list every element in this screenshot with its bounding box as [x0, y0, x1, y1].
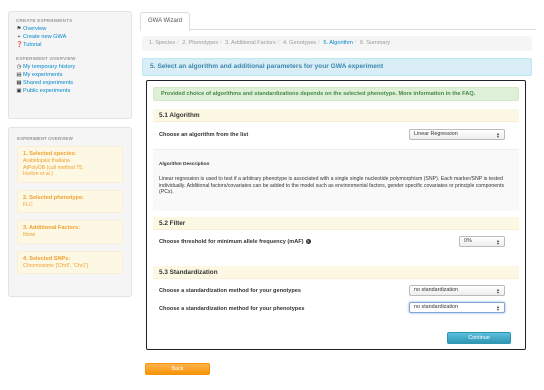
overview-box-title: 2. Selected phenotype:: [23, 194, 84, 201]
sidebar-item-label: Create new GWA: [23, 34, 67, 40]
sidebar-item-public-experiments[interactable]: ▣ Public experiments: [16, 87, 124, 95]
filter-label: Choose threshold for minimum allele freq…: [159, 239, 311, 245]
algorithm-select-value: Linear Regression: [414, 131, 458, 137]
overview-box-value: Chromosome ['Chr5', 'Chr1']: [23, 262, 88, 269]
sidebar-item-label: Public experiments: [23, 88, 71, 94]
maf-select-value: 0%: [464, 238, 472, 244]
breadcrumb-additional-factors[interactable]: 3. Additional Factors: [225, 40, 276, 46]
standardization-section-heading: 5.3 Standardization: [153, 266, 519, 279]
breadcrumb-separator: /: [220, 40, 222, 46]
algorithm-select[interactable]: Linear Regression ▲ ▼: [409, 129, 505, 140]
algorithm-description-title: Algorithm Description: [159, 162, 210, 167]
home-icon: ⚑: [16, 26, 22, 32]
overview-box-value: None: [23, 232, 36, 238]
algorithm-description-text: Linear regression is used to test if a a…: [159, 176, 505, 196]
select-arrows-icon: ▲ ▼: [496, 303, 500, 312]
experiment-overview-panel: EXPERIMENT OVERVIEW 1. Selected species:…: [8, 127, 132, 297]
breadcrumb-separator: /: [354, 40, 357, 46]
phenotypes-standardization-select[interactable]: no standardization ▲ ▼: [409, 302, 505, 313]
algorithm-label: Choose an algorithm from the list: [159, 132, 249, 138]
clock-icon: ◷: [16, 64, 22, 70]
tab-gwa-wizard[interactable]: GWA Wizard: [140, 12, 191, 31]
overview-box-title: 1. Selected species:: [23, 151, 77, 157]
genotypes-standardization-value: no standardization: [414, 287, 459, 293]
tab-bar: GWA Wizard: [140, 11, 536, 31]
continue-button[interactable]: Continue: [447, 332, 511, 344]
genotypes-standardization-select[interactable]: no standardization ▲ ▼: [409, 285, 505, 296]
algorithm-panel: Provided choice of algorithms and standa…: [146, 80, 526, 350]
public-icon: ▣: [16, 88, 22, 94]
sidebar-item-create-new-gwa[interactable]: + Create new GWA: [16, 33, 124, 41]
maf-select[interactable]: 0% ▲ ▼: [459, 236, 505, 247]
overview-snps-box: 4. Selected SNPs: Chromosome ['Chr5', 'C…: [17, 250, 123, 274]
overview-phenotype-box: 2. Selected phenotype: FLC: [17, 189, 123, 213]
sidebar-item-label: Shared experiments: [23, 80, 74, 86]
overview-box-value: Horton et al.): [23, 171, 53, 177]
overview-heading: EXPERIMENT OVERVIEW: [17, 136, 73, 141]
back-button[interactable]: Back: [145, 363, 210, 375]
sidebar-item-label: My temporary history: [23, 64, 76, 70]
filter-label-text: Choose threshold for minimum allele freq…: [159, 239, 304, 245]
create-experiments-heading: CREATE EXPERIMENTS: [16, 18, 73, 23]
breadcrumb-genotypes[interactable]: 4. Genotypes: [283, 40, 316, 46]
folder-icon: ▤: [16, 72, 22, 78]
plus-icon: +: [17, 34, 21, 40]
share-icon: ▦: [16, 80, 22, 86]
breadcrumb-algorithm[interactable]: 5. Algorithm: [323, 40, 353, 46]
algorithm-section-heading: 5.1 Algorithm: [153, 109, 519, 122]
phenotypes-standardization-label: Choose a standardization method for your…: [159, 306, 305, 312]
sidebar-item-label: Overview: [23, 26, 47, 32]
breadcrumb-separator: /: [177, 40, 179, 46]
info-alert: Provided choice of algorithms and standa…: [153, 87, 519, 101]
sidebar-item-tutorial[interactable]: ❓ Tutorial: [16, 41, 124, 49]
phenotypes-standardization-value: no standardization: [414, 304, 459, 310]
breadcrumb-species[interactable]: 1. Species: [149, 40, 175, 46]
genotypes-standardization-label: Choose a standardization method for your…: [159, 288, 302, 294]
filter-section-heading: 5.2 Filter: [153, 217, 519, 230]
sidebar-item-shared-experiments[interactable]: ▦ Shared experiments: [16, 79, 124, 87]
overview-factors-box: 3. Additional Factors: None: [17, 220, 123, 244]
overview-species-box: 1. Selected species: Arabidopsis thalian…: [17, 146, 123, 183]
help-icon[interactable]: ?: [305, 239, 311, 245]
select-arrows-icon: ▲ ▼: [496, 237, 500, 246]
breadcrumb-summary: 6. Summary: [360, 40, 391, 46]
overview-box-title: 4. Selected SNPs:: [23, 255, 71, 262]
sidebar-item-temporary-history[interactable]: ◷ My temporary history: [16, 63, 124, 71]
sidebar-item-my-experiments[interactable]: ▤ My experiments: [16, 71, 124, 79]
breadcrumb-separator: /: [277, 40, 280, 46]
breadcrumb: 1. Species/ 2. Phenotypes/ 3. Additional…: [142, 36, 532, 51]
question-icon: ❓: [16, 42, 23, 48]
breadcrumb-phenotypes[interactable]: 2. Phenotypes: [182, 40, 218, 46]
step-banner: 5. Select an algorithm and additional pa…: [142, 58, 532, 76]
select-arrows-icon: ▲ ▼: [496, 130, 500, 139]
breadcrumb-separator: /: [318, 40, 320, 46]
overview-box-title: 3. Additional Factors:: [23, 225, 80, 231]
sidebar-item-label: Tutorial: [23, 42, 42, 48]
select-arrows-icon: ▲ ▼: [496, 286, 500, 295]
overview-box-value: FLC: [23, 201, 33, 208]
experiment-overview-heading: EXPERIMENT OVERVIEW: [16, 56, 76, 61]
sidebar-item-label: My experiments: [23, 72, 63, 78]
sidebar-nav: CREATE EXPERIMENTS ⚑ Overview + Create n…: [8, 11, 132, 119]
sidebar-item-overview[interactable]: ⚑ Overview: [16, 25, 124, 33]
